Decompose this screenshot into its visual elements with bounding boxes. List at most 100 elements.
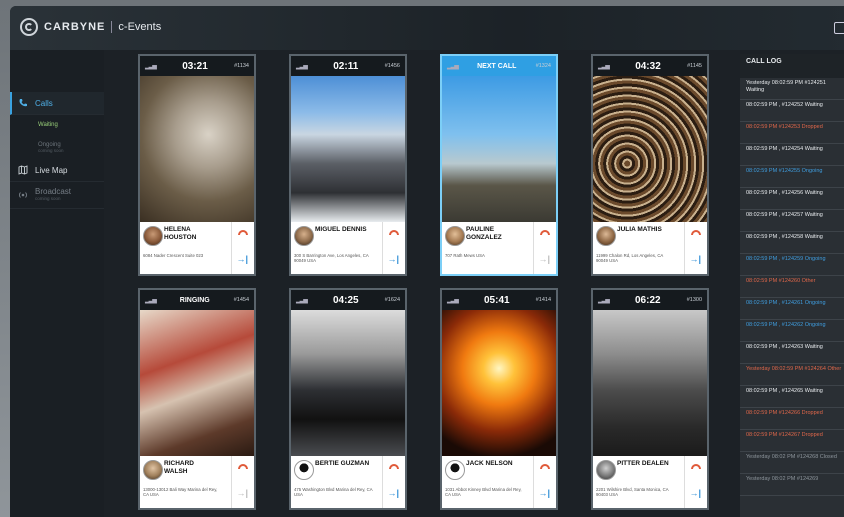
- call-id: #1456: [384, 63, 400, 69]
- call-log-entry[interactable]: 08:02:59 PM , #124258 Waiting: [740, 232, 844, 254]
- signal-icon: ▂▃▅: [145, 297, 157, 304]
- sidebar-item-broadcast[interactable]: Broadcast coming soon: [10, 182, 104, 209]
- caller-address: 2201 Wilshire Blvd, Santa Monica, CA 904…: [596, 487, 669, 497]
- coming-soon-note: coming soon: [35, 195, 61, 201]
- call-actions: →|: [382, 222, 405, 274]
- video-feed[interactable]: [140, 310, 254, 456]
- call-log-entry[interactable]: 08:02:59 PM #124267 Dropped: [740, 430, 844, 452]
- hangup-icon[interactable]: [238, 230, 248, 235]
- top-bar: CARBYNE c-Events: [10, 6, 844, 50]
- window-icon[interactable]: [834, 22, 844, 34]
- transfer-icon[interactable]: →|: [387, 254, 399, 264]
- caller-info: JACK NELSON 1031 Abbot Kinney Blvd Marin…: [442, 456, 556, 508]
- product-name: c-Events: [118, 21, 162, 33]
- call-log-entry[interactable]: 08:02:59 PM , #124259 Ongoing: [740, 254, 844, 276]
- card-header: ▂▃▅ RINGING #1454: [140, 290, 254, 310]
- call-log-entry[interactable]: 08:02:59 PM , #124252 Waiting: [740, 100, 844, 122]
- call-id: #1134: [234, 63, 249, 69]
- card-header: ▂▃▅ 04:32 #1145: [593, 56, 707, 76]
- sidebar-item-label: Waiting: [38, 122, 58, 128]
- video-feed[interactable]: [291, 76, 405, 222]
- card-header: ▂▃▅ 03:21 #1134: [140, 56, 254, 76]
- caller-info: JULIA MATHIS 11999 Chalon Rd, Los Angele…: [593, 222, 707, 274]
- sidebar-item-calls[interactable]: Calls: [10, 92, 104, 115]
- hangup-icon[interactable]: [691, 464, 701, 469]
- call-card[interactable]: ▂▃▅ 03:21 #1134 HELENA HOUSTON 6084 Nade…: [138, 54, 256, 276]
- sidebar-item-label: Calls: [35, 98, 53, 108]
- sidebar-item-live-map[interactable]: Live Map: [10, 159, 104, 182]
- call-log-entry[interactable]: 08:02:59 PM , #124257 Waiting: [740, 210, 844, 232]
- transfer-icon[interactable]: →|: [689, 488, 701, 498]
- hangup-icon[interactable]: [540, 464, 550, 469]
- call-log-list: Yesterday 08:02:59 PM #124251 Waiting 08:…: [740, 78, 844, 496]
- avatar: [294, 226, 314, 246]
- signal-icon: ▂▃▅: [447, 297, 459, 304]
- hangup-icon[interactable]: [540, 230, 550, 235]
- video-feed[interactable]: [593, 76, 707, 222]
- call-log-entry[interactable]: Yesterday 08:02:59 PM #124264 Other: [740, 364, 844, 386]
- transfer-icon[interactable]: →|: [387, 488, 399, 498]
- caller-info: MIGUEL DENNIS 300 S Barrington Ave, Los …: [291, 222, 405, 274]
- call-log-entry[interactable]: 08:02:59 PM , #124256 Waiting: [740, 188, 844, 210]
- caller-info: RICHARD WALSH 13000-13012 Bali Way Marin…: [140, 456, 254, 508]
- signal-icon: ▂▃▅: [598, 297, 610, 304]
- phone-icon: [19, 99, 27, 107]
- call-log-entry[interactable]: 08:02:59 PM , #124265 Waiting: [740, 386, 844, 408]
- call-log-entry[interactable]: Yesterday 08:02 PM #124268 Closed: [740, 452, 844, 474]
- call-log-entry[interactable]: 08:02:59 PM #124260 Other: [740, 276, 844, 298]
- video-feed[interactable]: [442, 76, 556, 222]
- avatar: [596, 226, 616, 246]
- caller-name: BERTIE GUZMAN: [315, 460, 370, 467]
- call-log-entry[interactable]: 08:02:59 PM , #124254 Waiting: [740, 144, 844, 166]
- broadcast-icon: [19, 192, 27, 198]
- caller-name: JULIA MATHIS: [617, 226, 662, 233]
- signal-icon: ▂▃▅: [598, 63, 610, 70]
- caller-info: HELENA HOUSTON 6084 Nader Crescent Suite…: [140, 222, 254, 274]
- call-id: #1454: [233, 297, 249, 303]
- call-card[interactable]: ▂▃▅ NEXT CALL #1324 PAULINE GONZALEZ 707…: [440, 54, 558, 276]
- caller-name: RICHARD WALSH: [164, 460, 194, 475]
- call-log-entry[interactable]: 08:02:59 PM #124266 Dropped: [740, 408, 844, 430]
- transfer-icon[interactable]: →|: [689, 254, 701, 264]
- call-log-entry[interactable]: 08:02:59 PM #124253 Dropped: [740, 122, 844, 144]
- map-icon: [18, 165, 28, 175]
- call-log-entry[interactable]: Yesterday 08:02 PM #124269: [740, 474, 844, 496]
- caller-info: PITTER DEALEN 2201 Wilshire Blvd, Santa …: [593, 456, 707, 508]
- hangup-icon[interactable]: [691, 230, 701, 235]
- call-log-entry[interactable]: 08:02:59 PM , #124261 Ongoing: [740, 298, 844, 320]
- caller-address: 300 S Barrington Ave, Los Angeles, CA 90…: [294, 253, 369, 263]
- hangup-icon[interactable]: [238, 464, 248, 469]
- call-timer: 04:25: [332, 294, 359, 306]
- call-id: #1414: [535, 297, 551, 303]
- call-card[interactable]: ▂▃▅ 04:25 #1624 BERTIE GUZMAN 475 Washin…: [289, 288, 407, 510]
- signal-icon: ▂▃▅: [296, 63, 308, 70]
- card-header: ▂▃▅ 02:11 #1456: [291, 56, 405, 76]
- call-card[interactable]: ▂▃▅ 04:32 #1145 JULIA MATHIS 11999 Chalo…: [591, 54, 709, 276]
- video-feed[interactable]: [442, 310, 556, 456]
- call-card[interactable]: ▂▃▅ RINGING #1454 RICHARD WALSH 13000-13…: [138, 288, 256, 510]
- sidebar-subitem-waiting[interactable]: Waiting: [10, 115, 104, 135]
- call-log-entry[interactable]: 08:02:59 PM , #124263 Waiting: [740, 342, 844, 364]
- call-card[interactable]: ▂▃▅ 06:22 #1300 PITTER DEALEN 2201 Wilsh…: [591, 288, 709, 510]
- call-card[interactable]: ▂▃▅ 02:11 #1456 MIGUEL DENNIS 300 S Barr…: [289, 54, 407, 276]
- video-feed[interactable]: [593, 310, 707, 456]
- video-feed[interactable]: [291, 310, 405, 456]
- call-actions: →|: [533, 456, 556, 508]
- video-feed[interactable]: [140, 76, 254, 222]
- call-log-title: CALL LOG: [740, 54, 844, 78]
- transfer-icon[interactable]: →|: [538, 488, 550, 498]
- hangup-icon[interactable]: [389, 230, 399, 235]
- call-log-entry[interactable]: 08:02:59 PM #124255 Ongoing: [740, 166, 844, 188]
- call-log-entry[interactable]: Yesterday 08:02:59 PM #124251 Waiting: [740, 78, 844, 100]
- hangup-icon[interactable]: [389, 464, 399, 469]
- call-card[interactable]: ▂▃▅ 05:41 #1414 JACK NELSON 1031 Abbot K…: [440, 288, 558, 510]
- sidebar-subitem-ongoing[interactable]: Ongoing coming soon: [10, 135, 104, 159]
- caller-address: 13000-13012 Bali Way Marina del Rey, CA …: [143, 487, 218, 497]
- transfer-icon[interactable]: →|: [236, 488, 248, 498]
- transfer-icon[interactable]: →|: [538, 254, 550, 264]
- caller-info: PAULINE GONZALEZ 707 Rath Mews USA →|: [442, 222, 556, 274]
- call-log-entry[interactable]: 08:02:59 PM , #124262 Ongoing: [740, 320, 844, 342]
- app-logo[interactable]: CARBYNE c-Events: [20, 18, 161, 36]
- transfer-icon[interactable]: →|: [236, 254, 248, 264]
